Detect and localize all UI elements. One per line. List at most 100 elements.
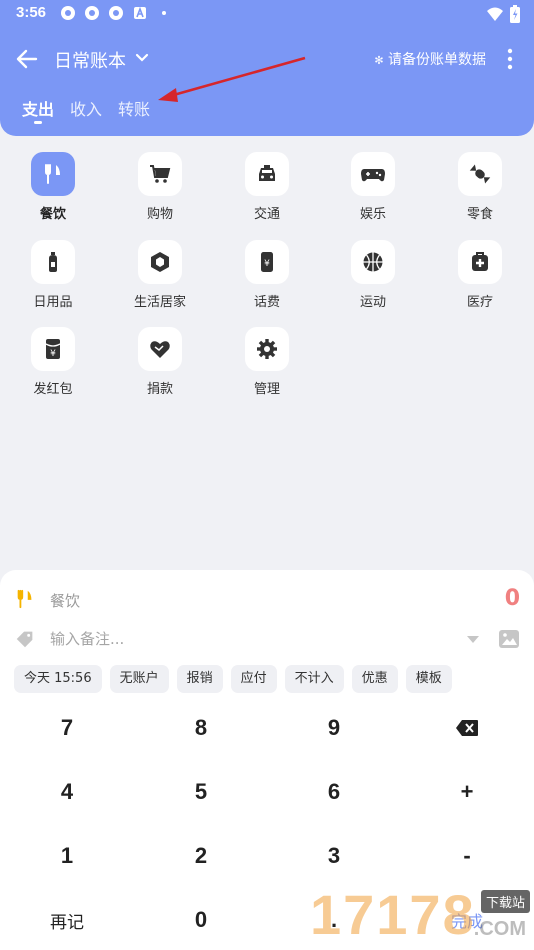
home-box-icon bbox=[138, 240, 182, 284]
selected-category-name: 餐饮 bbox=[50, 592, 81, 610]
sync-icon bbox=[109, 6, 123, 20]
category-donation[interactable]: 捐款 bbox=[120, 327, 200, 397]
donate-heart-icon bbox=[138, 327, 182, 371]
key-8[interactable]: 8 bbox=[134, 696, 268, 760]
key-2[interactable]: 2 bbox=[134, 824, 268, 888]
ledger-title[interactable]: 日常账本 bbox=[54, 47, 126, 73]
entry-panel: 餐饮 0 今天 15:56 无账户 报销 应付 不计入 优惠 模板 7 8 9 … bbox=[0, 570, 534, 950]
category-label: 购物 bbox=[146, 207, 173, 222]
category-manage[interactable]: 管理 bbox=[227, 327, 307, 397]
app-header: 3:56 日常账本 ✻ 请备份账单数据 支出 收入 转账 bbox=[0, 0, 534, 136]
red-packet-icon: ¥ bbox=[31, 327, 75, 371]
chip-date-time[interactable]: 今天 15:56 bbox=[14, 665, 102, 693]
backspace-button[interactable] bbox=[400, 696, 534, 760]
category-sports[interactable]: 运动 bbox=[333, 240, 413, 310]
tab-expense[interactable]: 支出 bbox=[22, 96, 54, 124]
key-5[interactable]: 5 bbox=[134, 760, 268, 824]
back-arrow-icon[interactable] bbox=[14, 46, 40, 72]
snowflake-icon: ✻ bbox=[374, 54, 384, 67]
candy-icon bbox=[458, 152, 502, 196]
category-red-packet[interactable]: ¥ 发红包 bbox=[13, 327, 93, 397]
note-input[interactable] bbox=[50, 626, 440, 652]
done-button[interactable]: 完成 bbox=[400, 888, 534, 950]
dot-icon bbox=[162, 11, 166, 15]
tab-income[interactable]: 收入 bbox=[70, 96, 102, 120]
selected-category-row: 餐饮 0 bbox=[0, 584, 534, 618]
app-a-icon bbox=[134, 6, 146, 19]
caret-down-icon[interactable] bbox=[466, 632, 480, 646]
category-entertainment[interactable]: 娱乐 bbox=[333, 152, 413, 222]
chip-payable[interactable]: 应付 bbox=[230, 665, 277, 693]
key-9[interactable]: 9 bbox=[267, 696, 401, 760]
category-label: 管理 bbox=[253, 382, 280, 397]
category-label: 发红包 bbox=[33, 382, 73, 397]
chip-discount[interactable]: 优惠 bbox=[351, 665, 398, 693]
bottle-icon bbox=[31, 240, 75, 284]
phone-icon: ¥ bbox=[245, 240, 289, 284]
category-label: 话费 bbox=[253, 295, 280, 310]
category-label: 捐款 bbox=[146, 382, 173, 397]
category-snacks[interactable]: 零食 bbox=[440, 152, 520, 222]
status-time: 3:56 bbox=[16, 4, 47, 21]
category-label: 娱乐 bbox=[359, 207, 386, 222]
tag-icon bbox=[16, 631, 33, 648]
category-transport[interactable]: 交通 bbox=[227, 152, 307, 222]
notification-icons bbox=[60, 5, 172, 21]
backup-reminder-text: 请备份账单数据 bbox=[388, 52, 486, 68]
top-bar: 日常账本 ✻ 请备份账单数据 bbox=[0, 40, 534, 78]
record-again-button[interactable]: 再记 bbox=[0, 888, 134, 950]
category-label: 医疗 bbox=[466, 295, 493, 310]
fork-knife-icon bbox=[31, 152, 75, 196]
sync-icon bbox=[85, 6, 99, 20]
backup-reminder[interactable]: ✻ 请备份账单数据 bbox=[374, 49, 486, 69]
fork-knife-icon bbox=[17, 589, 32, 609]
key-0[interactable]: 0 bbox=[134, 888, 268, 950]
category-label: 交通 bbox=[253, 207, 280, 222]
key-1[interactable]: 1 bbox=[0, 824, 134, 888]
category-household[interactable]: 生活居家 bbox=[120, 240, 200, 310]
category-label: 餐饮 bbox=[39, 207, 66, 222]
chip-exclude[interactable]: 不计入 bbox=[284, 665, 344, 693]
backspace-icon bbox=[456, 720, 478, 736]
category-label: 零食 bbox=[466, 207, 493, 222]
chip-template[interactable]: 模板 bbox=[405, 665, 452, 693]
type-tabs: 支出 收入 转账 bbox=[22, 96, 150, 124]
tab-transfer[interactable]: 转账 bbox=[118, 96, 150, 120]
medical-kit-icon bbox=[458, 240, 502, 284]
key-7[interactable]: 7 bbox=[0, 696, 134, 760]
status-bar: 3:56 bbox=[0, 0, 534, 28]
chip-reimburse[interactable]: 报销 bbox=[176, 665, 223, 693]
gear-icon bbox=[245, 327, 289, 371]
category-phone-bill[interactable]: ¥ 话费 bbox=[227, 240, 307, 310]
category-shopping[interactable]: 购物 bbox=[120, 152, 200, 222]
svg-text:¥: ¥ bbox=[264, 259, 270, 269]
cart-icon bbox=[138, 152, 182, 196]
sync-icon bbox=[61, 6, 75, 20]
note-row bbox=[0, 624, 534, 654]
more-vertical-icon[interactable] bbox=[506, 48, 514, 70]
key-6[interactable]: 6 bbox=[267, 760, 401, 824]
svg-text:¥: ¥ bbox=[50, 349, 56, 359]
battery-icon bbox=[510, 5, 520, 23]
car-icon bbox=[245, 152, 289, 196]
category-daily-goods[interactable]: 日用品 bbox=[13, 240, 93, 310]
key-3[interactable]: 3 bbox=[267, 824, 401, 888]
category-label: 生活居家 bbox=[133, 295, 186, 310]
category-label: 运动 bbox=[359, 295, 386, 310]
gamepad-icon bbox=[351, 152, 395, 196]
amount-display: 0 bbox=[504, 586, 520, 611]
category-label: 日用品 bbox=[33, 295, 73, 310]
key-minus[interactable]: - bbox=[400, 824, 534, 888]
image-icon[interactable] bbox=[498, 628, 520, 650]
chevron-down-icon[interactable] bbox=[134, 50, 150, 66]
option-chips: 今天 15:56 无账户 报销 应付 不计入 优惠 模板 bbox=[14, 665, 452, 693]
key-decimal[interactable]: . bbox=[267, 888, 401, 950]
basketball-icon bbox=[351, 240, 395, 284]
wifi-icon bbox=[487, 7, 503, 21]
category-dining[interactable]: 餐饮 bbox=[13, 152, 93, 222]
key-4[interactable]: 4 bbox=[0, 760, 134, 824]
key-plus[interactable]: + bbox=[400, 760, 534, 824]
system-icons bbox=[486, 5, 520, 23]
chip-account[interactable]: 无账户 bbox=[109, 665, 169, 693]
category-medical[interactable]: 医疗 bbox=[440, 240, 520, 310]
